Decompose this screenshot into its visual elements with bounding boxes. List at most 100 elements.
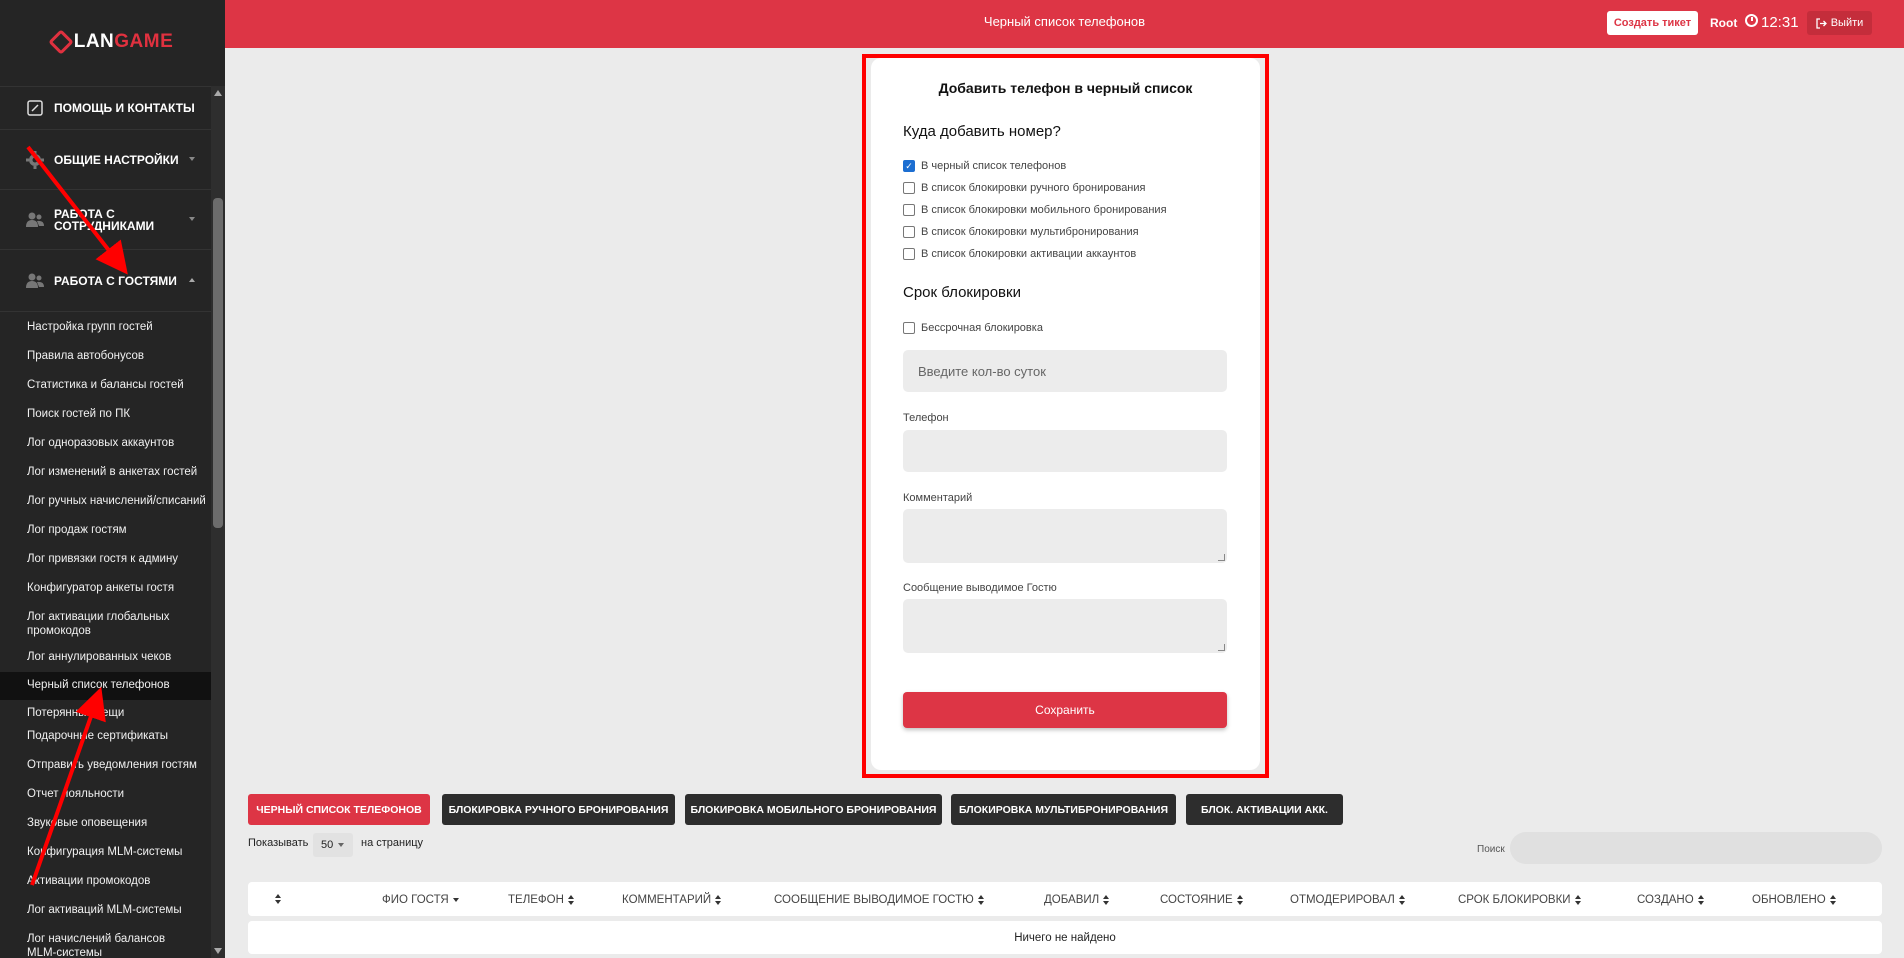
phone-label: Телефон [903,412,949,424]
where-heading: Куда добавить номер? [903,123,1061,140]
sort-icon [715,895,722,905]
column-header[interactable]: СОСТОЯНИЕ [1160,894,1243,906]
user-name[interactable]: Root [1710,16,1737,30]
sidebar-item[interactable]: Звуковые оповещения [0,816,225,845]
chevron-down-icon [189,216,195,221]
sidebar-item[interactable]: Отправить уведомления гостям [0,758,225,787]
tab-account-activation[interactable]: Блок. активации акк. [1186,794,1343,825]
target-checkbox-manual-booking[interactable]: В список блокировки ручного бронирования [903,182,1146,194]
create-ticket-button[interactable]: Создать тикет [1607,11,1698,35]
sidebar-scrollbar[interactable] [211,86,225,958]
sort-icon [1829,895,1836,905]
comment-textarea[interactable] [903,509,1227,563]
column-header[interactable]: ДОБАВИЛ [1044,894,1110,906]
column-header[interactable]: ОБНОВЛЕНО [1752,894,1836,906]
sidebar-subitems: Настройка групп гостей Правила автобонус… [0,312,225,958]
sidebar-item[interactable]: Лог одноразовых аккаунтов [0,436,225,465]
sidebar-item-blacklist[interactable]: Черный список телефонов [0,672,225,700]
checkbox-icon[interactable] [903,226,915,238]
message-label: Сообщение выводимое Гостю [903,582,1057,594]
column-header[interactable]: СРОК БЛОКИРОВКИ [1458,894,1581,906]
column-header[interactable]: ФИО ГОСТЯ [382,894,459,906]
scroll-down-icon[interactable] [214,948,222,954]
sidebar-item[interactable]: Поиск гостей по ПК [0,407,225,436]
search-label: Поиск [1477,844,1505,855]
sidebar-item[interactable]: Лог ручных начислений/списаний [0,494,225,523]
users-icon [26,211,44,229]
target-checkbox-mobile-booking[interactable]: В список блокировки мобильного бронирова… [903,204,1167,216]
sort-icon [1103,895,1110,905]
sidebar-section-staff[interactable]: Работа с сотрудниками [0,190,225,250]
sidebar-item[interactable]: Лог активации глобальных промокодов [0,610,170,650]
tab-manual-booking[interactable]: Блокировка ручного бронирования [442,794,675,825]
scrollbar-thumb[interactable] [213,198,223,528]
sidebar-item[interactable]: Лог изменений в анкетах гостей [0,465,225,494]
sort-icon [1398,895,1405,905]
sidebar-item[interactable]: Правила автобонусов [0,349,225,378]
modal-title: Добавить телефон в черный список [938,80,1193,96]
checkbox-icon[interactable] [903,182,915,194]
sidebar-section-guests[interactable]: Работа с гостями [0,250,225,312]
add-phone-modal: Добавить телефон в черный список Куда до… [871,58,1260,770]
column-header[interactable] [271,894,281,904]
target-checkbox-multibooking[interactable]: В список блокировки мультибронирования [903,226,1139,238]
sidebar-item[interactable]: Подарочные сертификаты [0,729,225,758]
per-page-label: на страницу [361,837,424,849]
clock-time: 12:31 [1761,14,1799,31]
sort-icon [1236,895,1243,905]
phone-input[interactable] [903,430,1227,472]
sidebar-item[interactable]: Потерянные вещи [0,700,225,729]
column-header[interactable]: СООБЩЕНИЕ ВЫВОДИМОЕ ГОСТЮ [774,894,984,906]
page-size-select[interactable]: 50 [313,833,353,857]
checkbox-icon[interactable] [903,204,915,216]
tab-multibooking[interactable]: Блокировка мультибронирования [951,794,1176,825]
scroll-up-icon[interactable] [214,90,222,96]
users-icon [26,272,44,290]
indefinite-checkbox[interactable]: Бессрочная блокировка [903,322,1043,334]
search-input[interactable] [1510,832,1882,864]
checkbox-icon[interactable] [903,248,915,260]
table-header: ФИО ГОСТЯ ТЕЛЕФОН КОММЕНТАРИЙ СООБЩЕНИЕ … [248,882,1882,916]
logo-mark-icon [47,29,74,55]
sidebar-item[interactable]: Лог привязки гостя к админу [0,552,225,581]
sidebar-item[interactable]: Лог продаж гостям [0,523,225,552]
sidebar-item[interactable]: Настройка групп гостей [0,320,225,349]
save-button[interactable]: Сохранить [903,692,1227,728]
tab-blacklist[interactable]: Черный список телефонов [248,794,430,825]
sidebar-section-settings[interactable]: Общие настройки [0,130,225,190]
sort-icon [567,895,574,905]
sort-icon [1697,895,1704,905]
checkbox-icon[interactable] [903,322,915,334]
sidebar-item[interactable]: Отчет лояльности [0,787,225,816]
sort-desc-icon [452,895,459,905]
sidebar-item[interactable]: Лог активаций MLM-системы [0,903,225,932]
logout-button[interactable]: Выйти [1807,11,1872,35]
sort-icon [977,895,984,905]
sidebar-item[interactable]: Статистика и балансы гостей [0,378,225,407]
target-checkbox-blacklist[interactable]: ✓ В черный список телефонов [903,160,1066,172]
clock-icon [1745,14,1758,27]
checkbox-checked-icon[interactable]: ✓ [903,160,915,172]
sort-icon [275,894,281,904]
sidebar-item[interactable]: Конфигурация MLM-системы [0,845,225,874]
message-textarea[interactable] [903,599,1227,653]
column-header[interactable]: ОТМОДЕРИРОВАЛ [1290,894,1405,906]
column-header[interactable]: ТЕЛЕФОН [508,894,574,906]
chevron-up-icon [189,277,195,282]
top-bar: Черный список телефонов Создать тикет Ro… [225,0,1904,48]
sidebar-item[interactable]: Конфигуратор анкеты гостя [0,581,225,610]
column-header[interactable]: КОММЕНТАРИЙ [622,894,722,906]
gear-icon [26,150,44,169]
tab-mobile-booking[interactable]: Блокировка мобильного бронирования [685,794,942,825]
sidebar-item[interactable]: Активации промокодов [0,874,225,903]
target-checkbox-account-activation[interactable]: В список блокировки активации аккаунтов [903,248,1136,260]
sidebar-section-help[interactable]: Помощь и контакты [0,86,225,130]
logout-icon [1816,17,1827,29]
logo[interactable]: LAN GAME [0,0,225,84]
edit-icon [26,99,44,117]
sidebar-item[interactable]: Лог начислений балансов MLM-системы [0,932,180,958]
column-header[interactable]: СОЗДАНО [1637,894,1704,906]
sort-icon [1574,895,1581,905]
comment-label: Комментарий [903,492,973,504]
days-input[interactable]: Введите кол-во суток [903,350,1227,392]
